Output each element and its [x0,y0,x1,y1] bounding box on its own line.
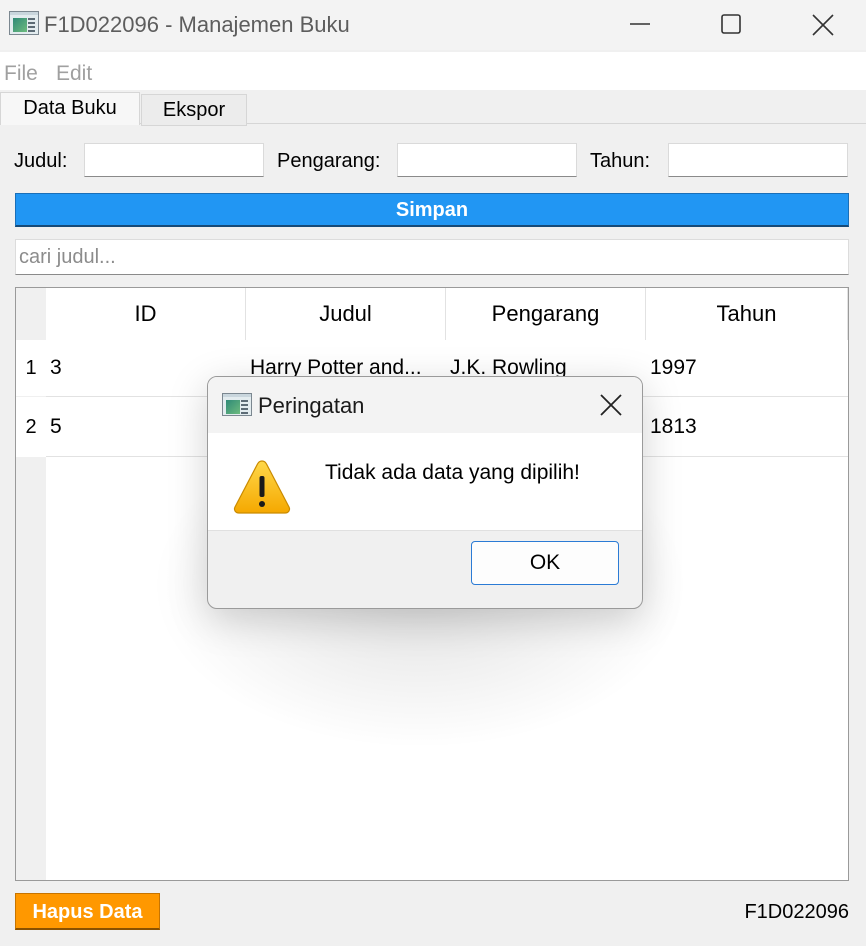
close-button[interactable] [777,0,866,50]
maximize-icon [721,14,741,34]
tab-bar: Data Buku Ekspor [0,90,866,126]
dialog-title-bar: Peringatan [208,377,642,433]
column-header-judul[interactable]: Judul [246,288,446,340]
pengarang-input[interactable] [397,143,577,177]
window-title: F1D022096 - Manajemen Buku [44,12,350,37]
row-header-2[interactable]: 2 [16,397,46,457]
close-icon [812,14,834,36]
tahun-label: Tahun: [590,150,651,172]
maximize-button[interactable] [686,0,778,50]
dialog-message: Tidak ada data yang dipilih! [325,461,580,484]
close-icon [600,394,622,416]
warning-dialog: Peringatan Tidak ada data yang dipilih! … [207,376,643,609]
menu-file[interactable]: File [4,62,38,86]
column-header-id[interactable]: ID [46,288,246,340]
save-button[interactable]: Simpan [15,193,849,227]
app-window-icon [222,393,252,416]
warning-icon [233,460,291,514]
minimize-icon [630,23,650,25]
app-window-icon [9,11,39,35]
dialog-body: Tidak ada data yang dipilih! [208,433,642,531]
tab-ekspor[interactable]: Ekspor [141,94,247,126]
student-id-label: F1D022096 [744,901,849,923]
tab-data-buku[interactable]: Data Buku [0,92,140,125]
ok-button[interactable]: OK [471,541,619,585]
delete-button[interactable]: Hapus Data [15,893,160,930]
minimize-button[interactable] [595,0,687,50]
pengarang-label: Pengarang: [277,150,381,172]
column-header-tahun[interactable]: Tahun [646,288,848,340]
tahun-input[interactable] [668,143,848,177]
dialog-close-button[interactable] [588,383,634,427]
dialog-title: Peringatan [258,393,365,418]
search-input[interactable]: cari judul... [15,239,849,275]
title-bar: F1D022096 - Manajemen Buku [0,0,866,50]
table-cell-tahun[interactable]: 1997 [646,340,848,396]
menu-edit[interactable]: Edit [56,62,92,86]
row-header-1[interactable]: 1 [16,340,46,396]
judul-input[interactable] [84,143,264,177]
column-header-pengarang[interactable]: Pengarang [446,288,646,340]
judul-label: Judul: [14,150,68,172]
menu-bar: File Edit [0,52,866,90]
